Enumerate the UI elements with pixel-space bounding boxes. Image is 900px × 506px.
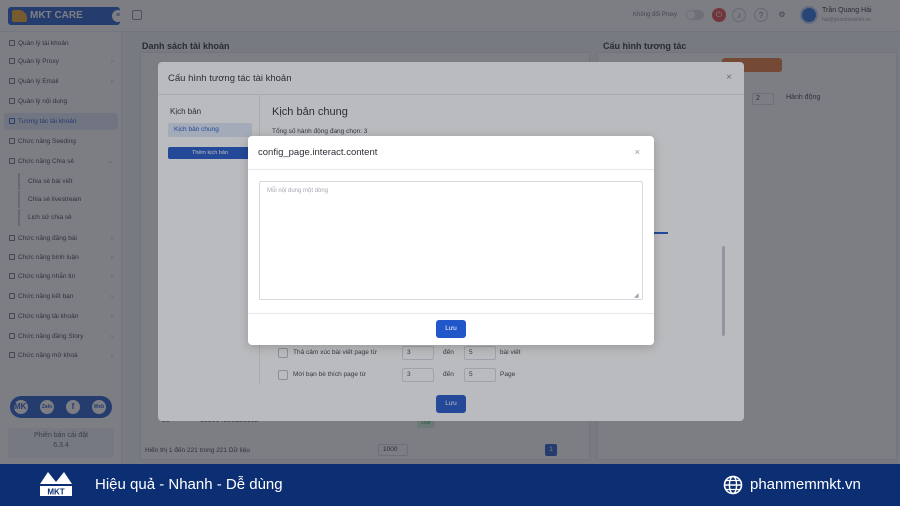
- modal-divider: [248, 313, 654, 314]
- banner-slogan: Hiệu quả - Nhanh - Dễ dùng: [95, 476, 283, 493]
- content-textarea[interactable]: [259, 181, 643, 300]
- resize-handle-icon[interactable]: ◢: [634, 292, 639, 299]
- mkt-logo-icon: MKT: [40, 472, 72, 497]
- globe-icon: [723, 475, 743, 495]
- banner-website[interactable]: phanmemmkt.vn: [750, 476, 861, 493]
- svg-text:MKT: MKT: [47, 488, 64, 497]
- content-input-modal: config_page.interact.content × ◢ Lưu: [248, 136, 654, 345]
- save-button[interactable]: Lưu: [436, 320, 466, 338]
- promo-banner: MKT Hiệu quả - Nhanh - Dễ dùng phanmemmk…: [0, 464, 900, 506]
- close-icon[interactable]: ×: [635, 147, 640, 157]
- modal-divider: [248, 169, 654, 170]
- modal-title: config_page.interact.content: [258, 147, 378, 158]
